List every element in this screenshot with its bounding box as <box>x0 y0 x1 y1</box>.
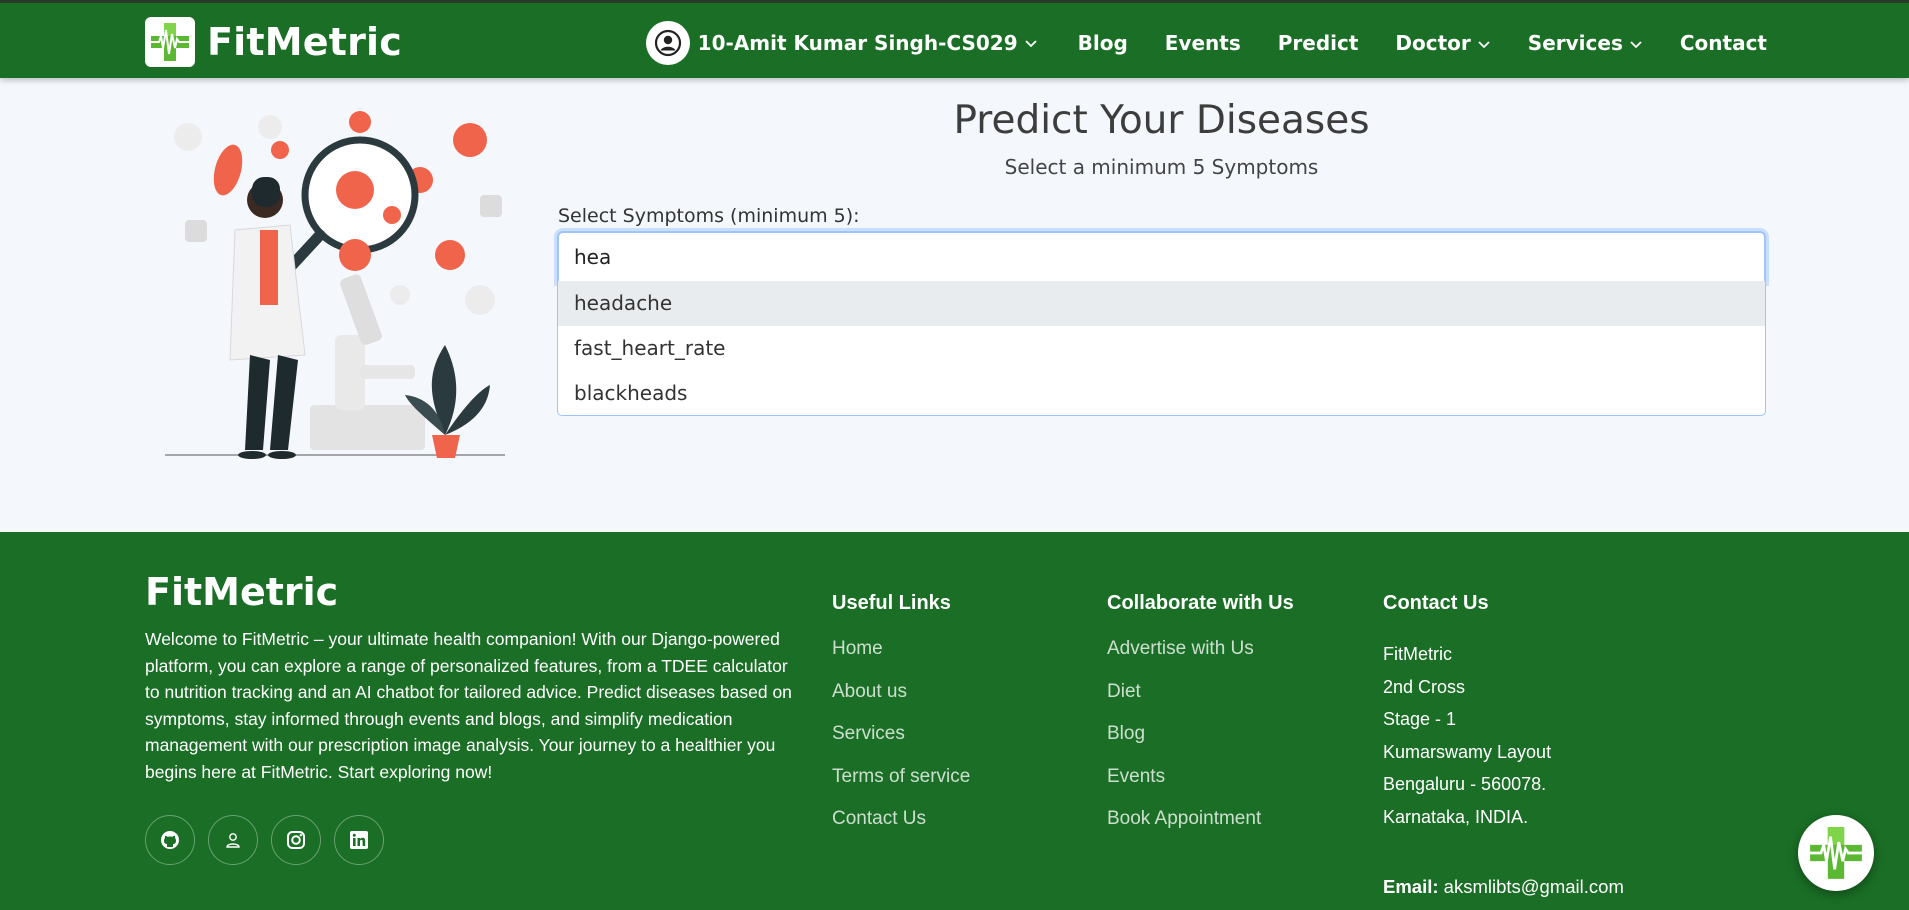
symptoms-label: Select Symptoms (minimum 5): <box>558 205 860 227</box>
contact-email: Email: aksmlibts@gmail.com <box>1383 876 1624 898</box>
suggestion-item[interactable]: headache <box>558 281 1765 326</box>
email-label: Email: <box>1383 876 1439 897</box>
suggestion-item[interactable]: blackheads <box>558 371 1765 416</box>
brand-link[interactable]: FitMetric <box>145 17 402 67</box>
chevron-down-icon <box>1024 34 1038 53</box>
contact-line: Stage - 1 <box>1383 709 1457 730</box>
footer-link-services[interactable]: Services <box>832 723 970 766</box>
footer-link-blog[interactable]: Blog <box>1107 723 1294 766</box>
page-subtitle: Select a minimum 5 Symptoms <box>1004 155 1319 179</box>
footer-link-appointment[interactable]: Book Appointment <box>1107 808 1294 851</box>
contact-line: Bengaluru - 560078. <box>1383 774 1547 795</box>
nav-blog[interactable]: Blog <box>1078 31 1128 55</box>
footer: FitMetric Welcome to FitMetric – your ul… <box>0 532 1909 910</box>
useful-links-heading: Useful Links <box>832 592 951 614</box>
useful-links-column: Useful Links Home About us Services Term… <box>832 592 970 851</box>
contact-line: Karnataka, INDIA. <box>1383 806 1529 827</box>
instagram-icon[interactable] <box>271 815 321 865</box>
user-avatar-icon <box>645 21 690 65</box>
linkedin-icon[interactable] <box>334 815 384 865</box>
github-icon[interactable] <box>145 815 195 865</box>
footer-link-advertise[interactable]: Advertise with Us <box>1107 638 1294 681</box>
footer-link-diet[interactable]: Diet <box>1107 681 1294 724</box>
main-nav: 10-Amit Kumar Singh-CS029 Blog Events Pr… <box>645 21 1767 65</box>
fitmetric-logo-icon <box>145 17 195 67</box>
doctor-illustration <box>160 105 515 465</box>
contact-line: FitMetric <box>1383 644 1452 664</box>
collaborate-column: Collaborate with Us Advertise with Us Di… <box>1107 592 1294 851</box>
nav-doctor[interactable]: Doctor <box>1395 31 1490 55</box>
nav-doctor-label: Doctor <box>1395 31 1471 55</box>
nav-services[interactable]: Services <box>1528 31 1643 55</box>
top-navbar: FitMetric 10-Amit Kumar Singh-CS029 Blog… <box>0 0 1909 78</box>
suggestion-item[interactable]: fast_heart_rate <box>558 326 1765 371</box>
chevron-down-icon <box>1629 31 1643 55</box>
brand-name: FitMetric <box>207 20 402 64</box>
nav-services-label: Services <box>1527 31 1623 55</box>
symptom-search-input[interactable] <box>557 231 1766 283</box>
user-menu[interactable]: 10-Amit Kumar Singh-CS029 <box>645 21 1038 65</box>
footer-brand: FitMetric <box>145 570 339 614</box>
chatbot-button[interactable] <box>1798 815 1874 891</box>
footer-link-terms[interactable]: Terms of service <box>832 766 970 809</box>
page-title: Predict Your Diseases <box>953 98 1370 143</box>
footer-description: Welcome to FitMetric – your ultimate hea… <box>145 629 792 782</box>
social-links <box>145 815 397 865</box>
collaborate-heading: Collaborate with Us <box>1107 592 1294 614</box>
contact-heading: Contact Us <box>1383 592 1489 614</box>
nav-events[interactable]: Events <box>1165 31 1241 55</box>
contact-line: Kumarswamy Layout <box>1383 741 1552 762</box>
user-name: 10-Amit Kumar Singh-CS029 <box>697 31 1018 55</box>
symptom-suggestions: headache fast_heart_rate blackheads <box>557 281 1766 416</box>
nav-contact[interactable]: Contact <box>1680 31 1767 55</box>
email-address[interactable]: aksmlibts@gmail.com <box>1444 876 1624 897</box>
contact-column: Contact Us FitMetric 2nd Cross Stage - 1… <box>1383 592 1551 840</box>
user-icon[interactable] <box>208 815 258 865</box>
footer-link-contact[interactable]: Contact Us <box>832 808 970 851</box>
footer-link-about[interactable]: About us <box>832 681 970 724</box>
footer-link-home[interactable]: Home <box>832 638 970 681</box>
contact-line: 2nd Cross <box>1383 676 1466 697</box>
footer-link-events[interactable]: Events <box>1107 766 1294 809</box>
fitmetric-chat-icon <box>1810 827 1862 879</box>
chevron-down-icon <box>1477 31 1491 55</box>
nav-predict[interactable]: Predict <box>1278 31 1359 55</box>
